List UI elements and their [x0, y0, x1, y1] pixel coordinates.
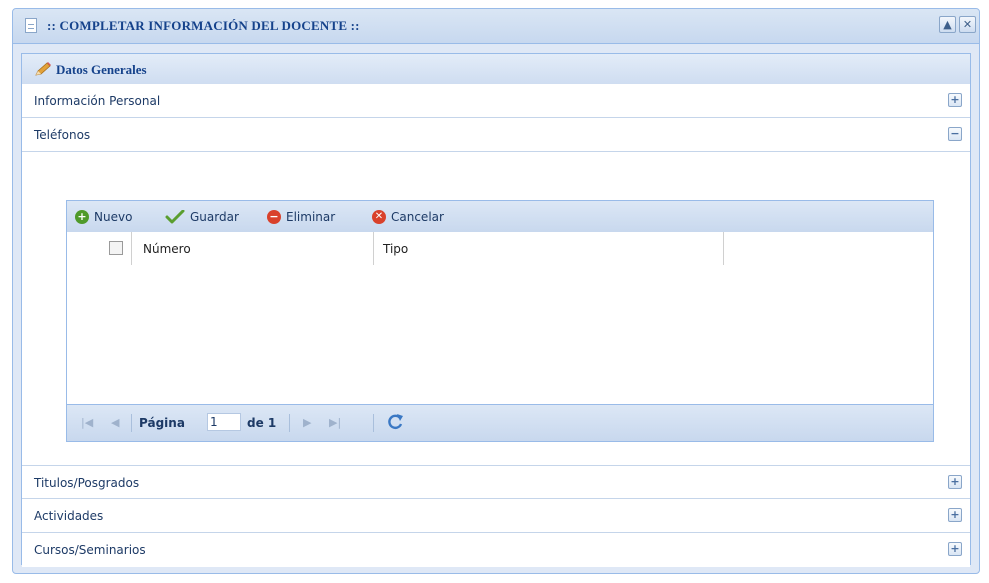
- column-header-numero[interactable]: Número: [143, 242, 191, 256]
- window-titlebar: :: COMPLETAR INFORMACIÓN DEL DOCENTE :: …: [13, 9, 979, 44]
- page-count-label: de 1: [247, 416, 277, 430]
- cancelar-button[interactable]: ✕ Cancelar: [372, 208, 444, 226]
- expand-toggle-button[interactable]: +: [948, 475, 962, 489]
- docente-window: :: COMPLETAR INFORMACIÓN DEL DOCENTE :: …: [12, 8, 980, 574]
- check-icon: [165, 210, 185, 224]
- select-all-checkbox[interactable]: [109, 241, 123, 255]
- datos-generales-panel: Datos Generales Información Personal + T…: [21, 53, 971, 567]
- pager-separator: [289, 414, 290, 432]
- pencil-icon: [35, 62, 51, 76]
- close-window-button[interactable]: ✕: [959, 16, 976, 33]
- remove-icon: −: [267, 210, 281, 224]
- grid-header: Número Tipo: [67, 232, 933, 266]
- pager-separator: [131, 414, 132, 432]
- expand-toggle-button[interactable]: +: [948, 93, 962, 107]
- grid-body: [67, 265, 933, 405]
- section-label: Titulos/Posgrados: [34, 476, 140, 490]
- first-page-icon[interactable]: |◀: [81, 416, 93, 429]
- section-label: Información Personal: [34, 94, 161, 108]
- refresh-icon[interactable]: [385, 412, 405, 432]
- expand-toggle-button[interactable]: +: [948, 542, 962, 556]
- page-label: Página: [139, 416, 185, 430]
- collapse-toggle-button[interactable]: −: [948, 127, 962, 141]
- telefonos-grid: + Nuevo Guardar − Eliminar ✕ Cancelar Nú…: [66, 200, 934, 442]
- section-actividades[interactable]: Actividades +: [22, 499, 970, 533]
- panel-title: Datos Generales: [56, 62, 147, 77]
- add-icon: +: [75, 210, 89, 224]
- nuevo-button[interactable]: + Nuevo: [75, 208, 132, 226]
- section-cursos-seminarios[interactable]: Cursos/Seminarios +: [22, 533, 970, 567]
- column-header-tipo[interactable]: Tipo: [383, 242, 408, 256]
- section-telefonos[interactable]: Teléfonos −: [22, 118, 970, 152]
- eliminar-button[interactable]: − Eliminar: [267, 208, 335, 226]
- grid-toolbar: + Nuevo Guardar − Eliminar ✕ Cancelar: [67, 201, 933, 233]
- cancelar-label: Cancelar: [391, 210, 444, 224]
- collapse-window-button[interactable]: ▲: [939, 16, 956, 33]
- section-label: Cursos/Seminarios: [34, 543, 146, 557]
- nuevo-label: Nuevo: [94, 210, 133, 224]
- collapse-icon: ▲: [943, 18, 952, 31]
- section-label: Teléfonos: [34, 128, 91, 142]
- section-titulos-posgrados[interactable]: Titulos/Posgrados +: [22, 465, 970, 499]
- section-informacion-personal[interactable]: Información Personal +: [22, 84, 970, 118]
- window-title: :: COMPLETAR INFORMACIÓN DEL DOCENTE ::: [47, 18, 360, 33]
- expand-toggle-button[interactable]: +: [948, 508, 962, 522]
- column-separator: [131, 232, 132, 265]
- document-icon: [25, 18, 37, 33]
- column-separator: [373, 232, 374, 265]
- paging-toolbar: |◀ ◀ Página de 1 ▶ ▶|: [67, 404, 933, 441]
- next-page-icon[interactable]: ▶: [303, 416, 311, 429]
- previous-page-icon[interactable]: ◀: [111, 416, 119, 429]
- pager-separator: [373, 414, 374, 432]
- eliminar-label: Eliminar: [286, 210, 336, 224]
- panel-header: Datos Generales: [22, 54, 970, 85]
- column-separator: [723, 232, 724, 265]
- guardar-label: Guardar: [190, 210, 239, 224]
- section-label: Actividades: [34, 509, 104, 523]
- page-number-input[interactable]: [207, 413, 241, 431]
- close-icon: ✕: [962, 18, 973, 31]
- last-page-icon[interactable]: ▶|: [329, 416, 341, 429]
- cancel-icon: ✕: [372, 210, 386, 224]
- guardar-button[interactable]: Guardar: [165, 208, 239, 226]
